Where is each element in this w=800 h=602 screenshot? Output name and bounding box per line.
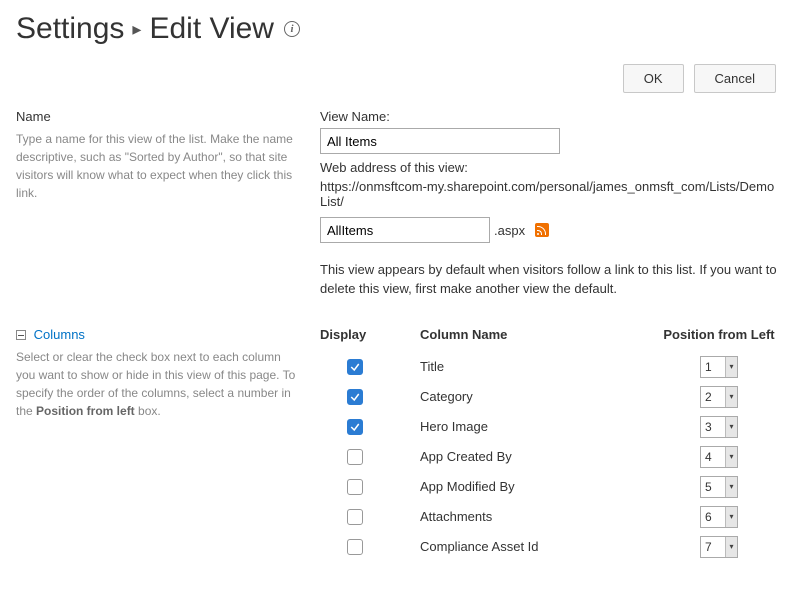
name-section: Name Type a name for this view of the li…	[16, 109, 784, 299]
table-row: Title 1▾	[320, 352, 784, 382]
column-name-label: Attachments	[390, 509, 654, 524]
rss-icon[interactable]	[535, 223, 549, 237]
default-view-note: This view appears by default when visito…	[320, 261, 784, 299]
action-buttons: OK Cancel	[16, 64, 784, 93]
table-row: App Modified By 5▾	[320, 472, 784, 502]
header-column-name: Column Name	[390, 327, 654, 342]
chevron-down-icon: ▾	[725, 357, 737, 377]
chevron-down-icon: ▾	[725, 417, 737, 437]
column-name-label: Hero Image	[390, 419, 654, 434]
table-row: Category 2▾	[320, 382, 784, 412]
page-header: Settings ▸ Edit View i	[16, 12, 784, 46]
chevron-down-icon: ▾	[725, 537, 737, 557]
columns-section-title: Columns	[34, 327, 85, 342]
view-name-label: View Name:	[320, 109, 784, 124]
columns-table: Display Column Name Position from Left T…	[320, 327, 784, 562]
table-row: App Created By 4▾	[320, 442, 784, 472]
chevron-down-icon: ▾	[725, 507, 737, 527]
table-row: Compliance Asset Id 7▾	[320, 532, 784, 562]
table-row: Attachments 6▾	[320, 502, 784, 532]
name-section-help: Type a name for this view of the list. M…	[16, 130, 296, 202]
display-checkbox[interactable]	[347, 479, 363, 495]
display-checkbox[interactable]	[347, 509, 363, 525]
breadcrumb-separator: ▸	[132, 19, 141, 40]
position-select[interactable]: 1▾	[700, 356, 738, 378]
position-select[interactable]: 2▾	[700, 386, 738, 408]
collapse-icon	[16, 330, 26, 340]
info-icon[interactable]: i	[284, 21, 300, 37]
breadcrumb-settings[interactable]: Settings	[16, 12, 124, 46]
cancel-button[interactable]: Cancel	[694, 64, 776, 93]
ok-button[interactable]: OK	[623, 64, 684, 93]
position-select[interactable]: 3▾	[700, 416, 738, 438]
position-select[interactable]: 7▾	[700, 536, 738, 558]
display-checkbox[interactable]	[347, 359, 363, 375]
columns-section-help: Select or clear the check box next to ea…	[16, 348, 296, 420]
view-name-input[interactable]	[320, 128, 560, 154]
url-filename-input[interactable]	[320, 217, 490, 243]
column-name-label: Category	[390, 389, 654, 404]
header-display: Display	[320, 327, 390, 342]
display-checkbox[interactable]	[347, 539, 363, 555]
chevron-down-icon: ▾	[725, 387, 737, 407]
column-name-label: Compliance Asset Id	[390, 539, 654, 554]
web-address-prefix: https://onmsftcom-my.sharepoint.com/pers…	[320, 179, 784, 209]
position-select[interactable]: 6▾	[700, 506, 738, 528]
column-name-label: App Modified By	[390, 479, 654, 494]
web-address-row: .aspx	[320, 217, 784, 243]
column-name-label: App Created By	[390, 449, 654, 464]
columns-table-header: Display Column Name Position from Left	[320, 327, 784, 342]
header-position: Position from Left	[654, 327, 784, 342]
position-select[interactable]: 4▾	[700, 446, 738, 468]
page-title: Edit View	[149, 12, 274, 46]
url-suffix: .aspx	[494, 223, 525, 238]
display-checkbox[interactable]	[347, 449, 363, 465]
chevron-down-icon: ▾	[725, 447, 737, 467]
columns-section-toggle[interactable]: Columns	[16, 327, 296, 342]
position-select[interactable]: 5▾	[700, 476, 738, 498]
display-checkbox[interactable]	[347, 389, 363, 405]
display-checkbox[interactable]	[347, 419, 363, 435]
chevron-down-icon: ▾	[725, 477, 737, 497]
name-section-title: Name	[16, 109, 296, 124]
column-name-label: Title	[390, 359, 654, 374]
columns-section: Columns Select or clear the check box ne…	[16, 327, 784, 562]
web-address-label: Web address of this view:	[320, 160, 784, 175]
table-row: Hero Image 3▾	[320, 412, 784, 442]
